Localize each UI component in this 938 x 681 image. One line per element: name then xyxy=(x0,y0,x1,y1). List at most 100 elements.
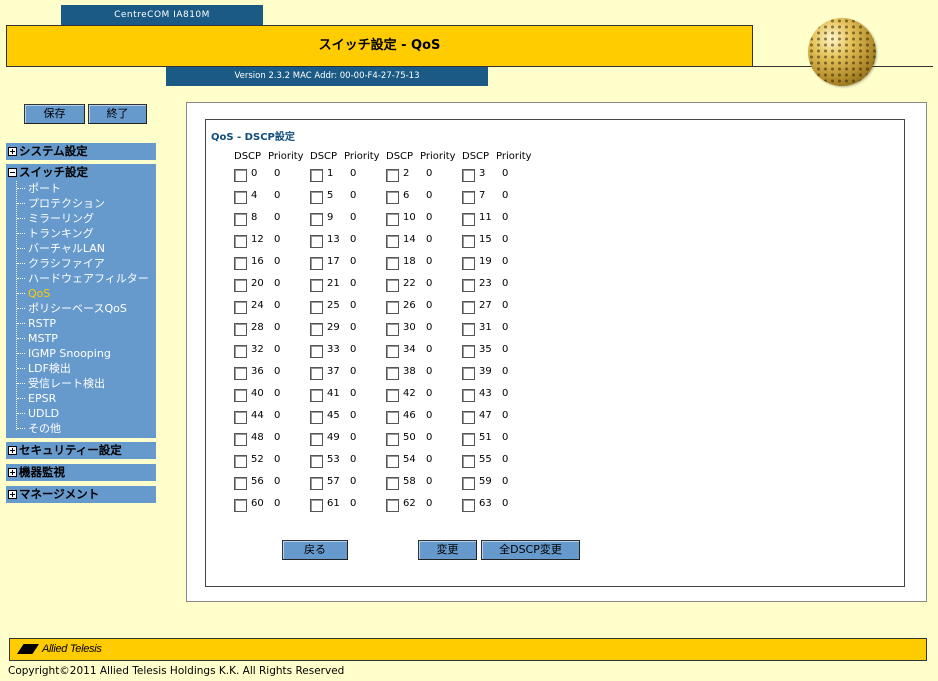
dscp-checkbox[interactable] xyxy=(386,257,399,270)
dscp-checkbox[interactable] xyxy=(310,279,323,292)
dscp-checkbox[interactable] xyxy=(462,323,475,336)
dscp-checkbox[interactable] xyxy=(234,235,247,248)
back-button[interactable]: 戻る xyxy=(282,540,348,560)
dscp-checkbox[interactable] xyxy=(310,455,323,468)
priority-value: 0 xyxy=(426,410,433,421)
menu-switch-header[interactable]: スイッチ設定 xyxy=(6,164,156,181)
dscp-checkbox[interactable] xyxy=(234,191,247,204)
dscp-checkbox[interactable] xyxy=(462,477,475,490)
page-title: スイッチ設定 - QoS xyxy=(6,25,753,67)
dscp-checkbox[interactable] xyxy=(234,367,247,380)
sidebar-item[interactable]: バーチャルLAN xyxy=(12,241,156,256)
dscp-checkbox[interactable] xyxy=(234,213,247,226)
dscp-checkbox[interactable] xyxy=(462,191,475,204)
dscp-checkbox[interactable] xyxy=(310,257,323,270)
dscp-checkbox[interactable] xyxy=(386,477,399,490)
dscp-checkbox[interactable] xyxy=(386,367,399,380)
dscp-checkbox[interactable] xyxy=(234,411,247,424)
sidebar-item[interactable]: トランキング xyxy=(12,226,156,241)
dscp-checkbox[interactable] xyxy=(386,323,399,336)
sidebar-item[interactable]: RSTP xyxy=(12,316,156,331)
sidebar-item[interactable]: LDF検出 xyxy=(12,361,156,376)
dscp-checkbox[interactable] xyxy=(462,389,475,402)
dscp-checkbox[interactable] xyxy=(462,433,475,446)
dscp-cell: 55 0 xyxy=(460,451,530,468)
dscp-checkbox[interactable] xyxy=(386,345,399,358)
menu-device-monitor[interactable]: 機器監視 xyxy=(6,464,156,481)
dscp-checkbox[interactable] xyxy=(234,389,247,402)
dscp-checkbox[interactable] xyxy=(234,455,247,468)
dscp-checkbox[interactable] xyxy=(462,235,475,248)
dscp-checkbox[interactable] xyxy=(234,169,247,182)
dscp-checkbox[interactable] xyxy=(234,477,247,490)
dscp-checkbox[interactable] xyxy=(386,455,399,468)
sidebar-item[interactable]: IGMP Snooping xyxy=(12,346,156,361)
sidebar-item[interactable]: その他 xyxy=(12,421,156,436)
dscp-checkbox[interactable] xyxy=(310,411,323,424)
dscp-checkbox[interactable] xyxy=(234,279,247,292)
dscp-cell: 50 0 xyxy=(384,429,454,446)
dscp-checkbox[interactable] xyxy=(386,169,399,182)
dscp-checkbox[interactable] xyxy=(386,213,399,226)
dscp-checkbox[interactable] xyxy=(386,235,399,248)
sidebar-item[interactable]: クラシファイア xyxy=(12,256,156,271)
dscp-checkbox[interactable] xyxy=(310,389,323,402)
dscp-checkbox[interactable] xyxy=(310,301,323,314)
dscp-cell: 10 0 xyxy=(384,209,454,226)
dscp-checkbox[interactable] xyxy=(234,301,247,314)
dscp-checkbox[interactable] xyxy=(386,499,399,512)
menu-management[interactable]: マネージメント xyxy=(6,486,156,503)
sidebar-item[interactable]: ハードウェアフィルター xyxy=(12,271,156,286)
sidebar-item[interactable]: QoS xyxy=(12,286,156,301)
dscp-value: 15 xyxy=(479,234,492,245)
dscp-checkbox[interactable] xyxy=(462,367,475,380)
sidebar-item[interactable]: 受信レート検出 xyxy=(12,376,156,391)
dscp-value: 42 xyxy=(403,388,416,399)
dscp-checkbox[interactable] xyxy=(310,323,323,336)
priority-value: 0 xyxy=(426,212,433,223)
dscp-checkbox[interactable] xyxy=(386,389,399,402)
dscp-checkbox[interactable] xyxy=(462,345,475,358)
dscp-checkbox[interactable] xyxy=(234,345,247,358)
dscp-checkbox[interactable] xyxy=(310,477,323,490)
dscp-checkbox[interactable] xyxy=(386,279,399,292)
dscp-checkbox[interactable] xyxy=(310,213,323,226)
sidebar-item[interactable]: EPSR xyxy=(12,391,156,406)
dscp-checkbox[interactable] xyxy=(462,455,475,468)
menu-security-settings[interactable]: セキュリティー設定 xyxy=(6,442,156,459)
dscp-checkbox[interactable] xyxy=(234,433,247,446)
sidebar-item[interactable]: UDLD xyxy=(12,406,156,421)
dscp-checkbox[interactable] xyxy=(462,169,475,182)
dscp-checkbox[interactable] xyxy=(386,301,399,314)
sidebar-item[interactable]: ミラーリング xyxy=(12,211,156,226)
dscp-checkbox[interactable] xyxy=(386,191,399,204)
dscp-checkbox[interactable] xyxy=(310,169,323,182)
sidebar-item[interactable]: ポリシーベースQoS xyxy=(12,301,156,316)
dscp-checkbox[interactable] xyxy=(310,345,323,358)
dscp-value: 7 xyxy=(479,190,486,201)
dscp-checkbox[interactable] xyxy=(310,191,323,204)
dscp-checkbox[interactable] xyxy=(310,235,323,248)
dscp-checkbox[interactable] xyxy=(234,499,247,512)
menu-system-settings[interactable]: システム設定 xyxy=(6,143,156,160)
dscp-checkbox[interactable] xyxy=(310,499,323,512)
dscp-checkbox[interactable] xyxy=(310,367,323,380)
sidebar-item[interactable]: プロテクション xyxy=(12,196,156,211)
exit-button[interactable]: 終了 xyxy=(88,104,147,124)
sidebar-item[interactable]: ポート xyxy=(12,181,156,196)
dscp-checkbox[interactable] xyxy=(310,433,323,446)
dscp-checkbox[interactable] xyxy=(462,257,475,270)
change-button[interactable]: 変更 xyxy=(418,540,477,560)
dscp-checkbox[interactable] xyxy=(462,301,475,314)
save-button[interactable]: 保存 xyxy=(24,104,85,124)
dscp-checkbox[interactable] xyxy=(462,411,475,424)
sidebar-item[interactable]: MSTP xyxy=(12,331,156,346)
all-dscp-change-button[interactable]: 全DSCP変更 xyxy=(481,540,580,560)
dscp-checkbox[interactable] xyxy=(234,257,247,270)
dscp-checkbox[interactable] xyxy=(386,411,399,424)
dscp-checkbox[interactable] xyxy=(234,323,247,336)
dscp-checkbox[interactable] xyxy=(462,499,475,512)
dscp-checkbox[interactable] xyxy=(462,279,475,292)
dscp-checkbox[interactable] xyxy=(386,433,399,446)
dscp-checkbox[interactable] xyxy=(462,213,475,226)
